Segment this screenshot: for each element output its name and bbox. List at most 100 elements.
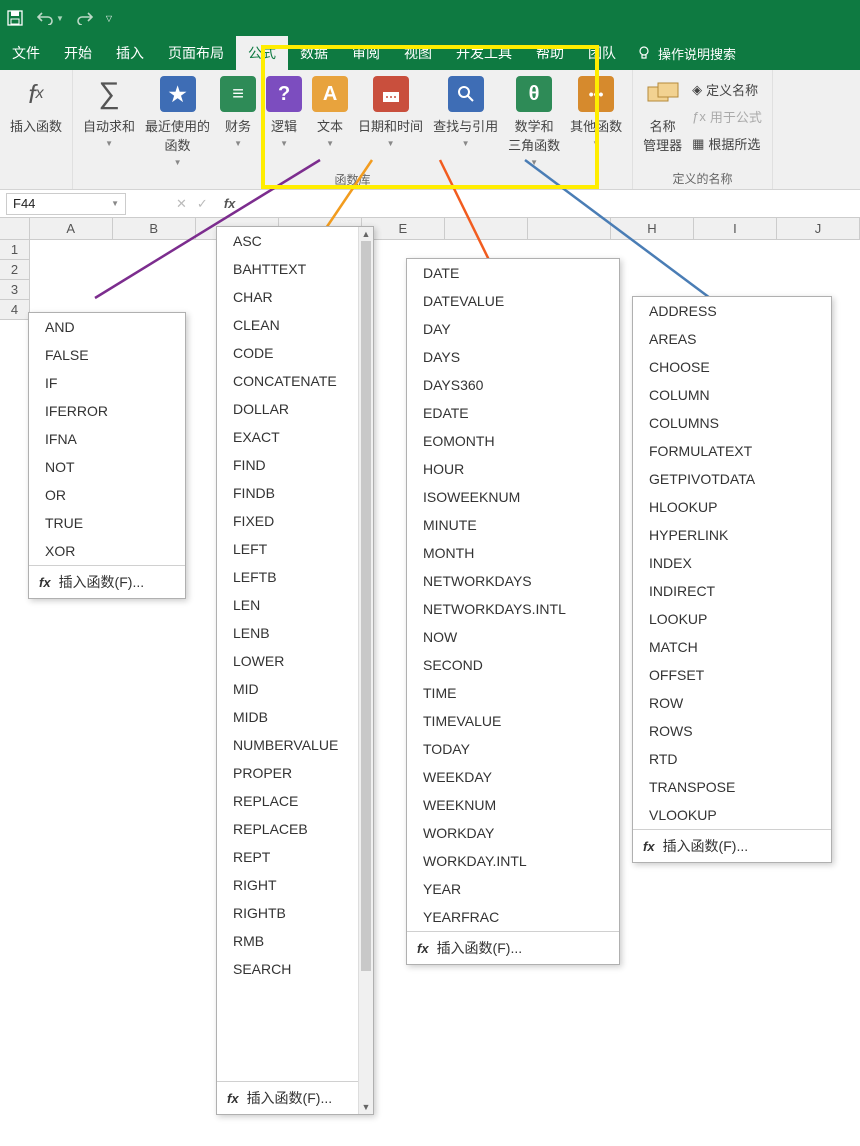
tab-data[interactable]: 数据 — [288, 36, 340, 70]
menu-item-char[interactable]: CHAR — [217, 283, 358, 311]
select-all-corner[interactable] — [0, 218, 30, 239]
tab-view[interactable]: 视图 — [392, 36, 444, 70]
menu-item-transpose[interactable]: TRANSPOSE — [633, 773, 831, 801]
menu-item-if[interactable]: IF — [29, 369, 185, 397]
menu-item-formulatext[interactable]: FORMULATEXT — [633, 437, 831, 465]
menu-item-and[interactable]: AND — [29, 313, 185, 341]
tab-developer[interactable]: 开发工具 — [444, 36, 524, 70]
menu-item-second[interactable]: SECOND — [407, 651, 619, 679]
menu-item-choose[interactable]: CHOOSE — [633, 353, 831, 381]
menu-item-xor[interactable]: XOR — [29, 537, 185, 565]
insert-function-button[interactable]: fx 插入函数 — [6, 74, 66, 137]
math-button[interactable]: θ 数学和 三角函数 ▼ — [504, 74, 564, 169]
menu-item-right[interactable]: RIGHT — [217, 871, 358, 899]
scrollbar-thumb[interactable] — [361, 241, 371, 971]
fx-icon[interactable]: fx — [224, 196, 236, 211]
menu-item-days[interactable]: DAYS — [407, 343, 619, 371]
menu-item-bahttext[interactable]: BAHTTEXT — [217, 255, 358, 283]
menu-item-replace[interactable]: REPLACE — [217, 787, 358, 815]
undo-button[interactable]: ▼ — [36, 9, 64, 27]
menu-item-vlookup[interactable]: VLOOKUP — [633, 801, 831, 829]
menu-item-rows[interactable]: ROWS — [633, 717, 831, 745]
menu-item-asc[interactable]: ASC — [217, 227, 358, 255]
col-header[interactable]: E — [362, 218, 445, 239]
tell-me-search[interactable]: 操作说明搜索 — [636, 44, 736, 63]
menu-item-now[interactable]: NOW — [407, 623, 619, 651]
menu-item-mid[interactable]: MID — [217, 675, 358, 703]
menu-item-replaceb[interactable]: REPLACEB — [217, 815, 358, 843]
define-name-button[interactable]: ◈定义名称 — [688, 78, 766, 101]
menu-item-hyperlink[interactable]: HYPERLINK — [633, 521, 831, 549]
tab-home[interactable]: 开始 — [52, 36, 104, 70]
menu-item-edate[interactable]: EDATE — [407, 399, 619, 427]
menu-item-weekday[interactable]: WEEKDAY — [407, 763, 619, 791]
tab-formulas[interactable]: 公式 — [236, 36, 288, 70]
menu-item-hour[interactable]: HOUR — [407, 455, 619, 483]
menu-item-rept[interactable]: REPT — [217, 843, 358, 871]
menu-item-index[interactable]: INDEX — [633, 549, 831, 577]
menu-item-networkdays-intl[interactable]: NETWORKDAYS.INTL — [407, 595, 619, 623]
autosum-button[interactable]: ∑ 自动求和 ▼ — [79, 74, 139, 169]
menu-item-false[interactable]: FALSE — [29, 341, 185, 369]
accept-icon[interactable]: ✓ — [197, 196, 208, 212]
menu-item-dollar[interactable]: DOLLAR — [217, 395, 358, 423]
col-header[interactable]: I — [694, 218, 777, 239]
menu-item-left[interactable]: LEFT — [217, 535, 358, 563]
menu-item-lenb[interactable]: LENB — [217, 619, 358, 647]
tab-insert[interactable]: 插入 — [104, 36, 156, 70]
menu-item-lookup[interactable]: LOOKUP — [633, 605, 831, 633]
menu-item-areas[interactable]: AREAS — [633, 325, 831, 353]
logical-button[interactable]: ? 逻辑 ▼ — [262, 74, 306, 169]
save-button[interactable] — [6, 9, 24, 27]
lookup-button[interactable]: 查找与引用 ▼ — [429, 74, 502, 169]
menu-item-networkdays[interactable]: NETWORKDAYS — [407, 567, 619, 595]
tab-review[interactable]: 审阅 — [340, 36, 392, 70]
menu-item-rightb[interactable]: RIGHTB — [217, 899, 358, 927]
menu-item-concatenate[interactable]: CONCATENATE — [217, 367, 358, 395]
row-header[interactable]: 2 — [0, 260, 30, 280]
menu-item-midb[interactable]: MIDB — [217, 703, 358, 731]
name-manager-button[interactable]: 名称 管理器 — [639, 74, 686, 168]
menu-item-clean[interactable]: CLEAN — [217, 311, 358, 339]
menu-item-lower[interactable]: LOWER — [217, 647, 358, 675]
insert-function-footer[interactable]: fx 插入函数(F)... — [29, 565, 185, 598]
menu-item-address[interactable]: ADDRESS — [633, 297, 831, 325]
col-header[interactable] — [528, 218, 611, 239]
menu-item-isoweeknum[interactable]: ISOWEEKNUM — [407, 483, 619, 511]
insert-function-footer[interactable]: fx 插入函数(F)... — [633, 829, 831, 862]
more-fn-button[interactable]: ••• 其他函数 ▼ — [566, 74, 626, 169]
menu-item-search[interactable]: SEARCH — [217, 955, 358, 983]
menu-item-timevalue[interactable]: TIMEVALUE — [407, 707, 619, 735]
menu-item-fixed[interactable]: FIXED — [217, 507, 358, 535]
insert-function-footer[interactable]: fx 插入函数(F)... — [217, 1081, 358, 1114]
menu-item-getpivotdata[interactable]: GETPIVOTDATA — [633, 465, 831, 493]
menu-item-numbervalue[interactable]: NUMBERVALUE — [217, 731, 358, 759]
tab-layout[interactable]: 页面布局 — [156, 36, 236, 70]
financial-button[interactable]: ≡ 财务 ▼ — [216, 74, 260, 169]
menu-item-match[interactable]: MATCH — [633, 633, 831, 661]
menu-item-leftb[interactable]: LEFTB — [217, 563, 358, 591]
col-header[interactable]: J — [777, 218, 860, 239]
menu-item-hlookup[interactable]: HLOOKUP — [633, 493, 831, 521]
menu-item-proper[interactable]: PROPER — [217, 759, 358, 787]
menu-item-indirect[interactable]: INDIRECT — [633, 577, 831, 605]
menu-item-eomonth[interactable]: EOMONTH — [407, 427, 619, 455]
name-box[interactable]: F44 ▼ — [6, 193, 126, 215]
scroll-up-icon[interactable]: ▲ — [359, 227, 373, 241]
tab-file[interactable]: 文件 — [0, 36, 52, 70]
create-from-button[interactable]: ▦根据所选 — [688, 132, 766, 155]
menu-item-day[interactable]: DAY — [407, 315, 619, 343]
menu-item-workday[interactable]: WORKDAY — [407, 819, 619, 847]
menu-item-datevalue[interactable]: DATEVALUE — [407, 287, 619, 315]
menu-item-today[interactable]: TODAY — [407, 735, 619, 763]
menu-item-minute[interactable]: MINUTE — [407, 511, 619, 539]
col-header[interactable]: H — [611, 218, 694, 239]
use-formula-button[interactable]: ƒx用于公式 — [688, 105, 766, 128]
menu-item-rtd[interactable]: RTD — [633, 745, 831, 773]
menu-item-column[interactable]: COLUMN — [633, 381, 831, 409]
scrollbar[interactable]: ▲ ▼ — [358, 227, 373, 1114]
cancel-icon[interactable]: ✕ — [176, 196, 187, 212]
menu-item-offset[interactable]: OFFSET — [633, 661, 831, 689]
menu-item-len[interactable]: LEN — [217, 591, 358, 619]
menu-item-month[interactable]: MONTH — [407, 539, 619, 567]
